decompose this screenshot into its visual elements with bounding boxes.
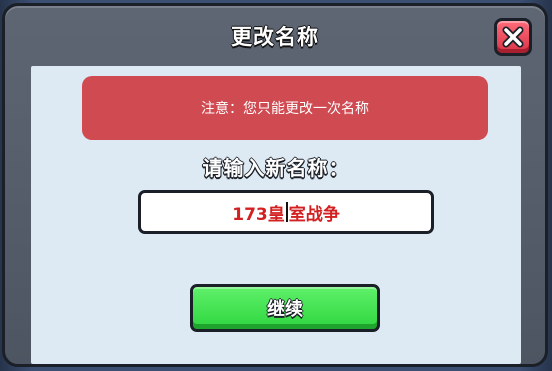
continue-button[interactable]: 继续: [190, 284, 380, 332]
notice-text: 注意：您只能更改一次名称: [201, 101, 369, 117]
close-x-icon: [502, 26, 524, 48]
name-input[interactable]: 173皇 室战争: [138, 190, 434, 234]
rename-dialog: 更改名称 注意：您只能更改一次名称 请输入新名称： 173皇 室战争 继续: [2, 3, 548, 367]
dialog-body: 注意：您只能更改一次名称 请输入新名称： 173皇 室战争 继续: [31, 66, 521, 364]
close-button[interactable]: [494, 18, 532, 56]
continue-button-label: 继续: [267, 299, 303, 320]
name-input-value-before-caret: 173皇: [232, 204, 285, 225]
dialog-title: 更改名称: [231, 25, 319, 49]
prompt-label: 请输入新名称：: [202, 156, 350, 180]
notice-banner: 注意：您只能更改一次名称: [82, 76, 488, 140]
name-input-value-after-caret: 室战争: [288, 204, 340, 225]
text-caret: [285, 202, 288, 222]
